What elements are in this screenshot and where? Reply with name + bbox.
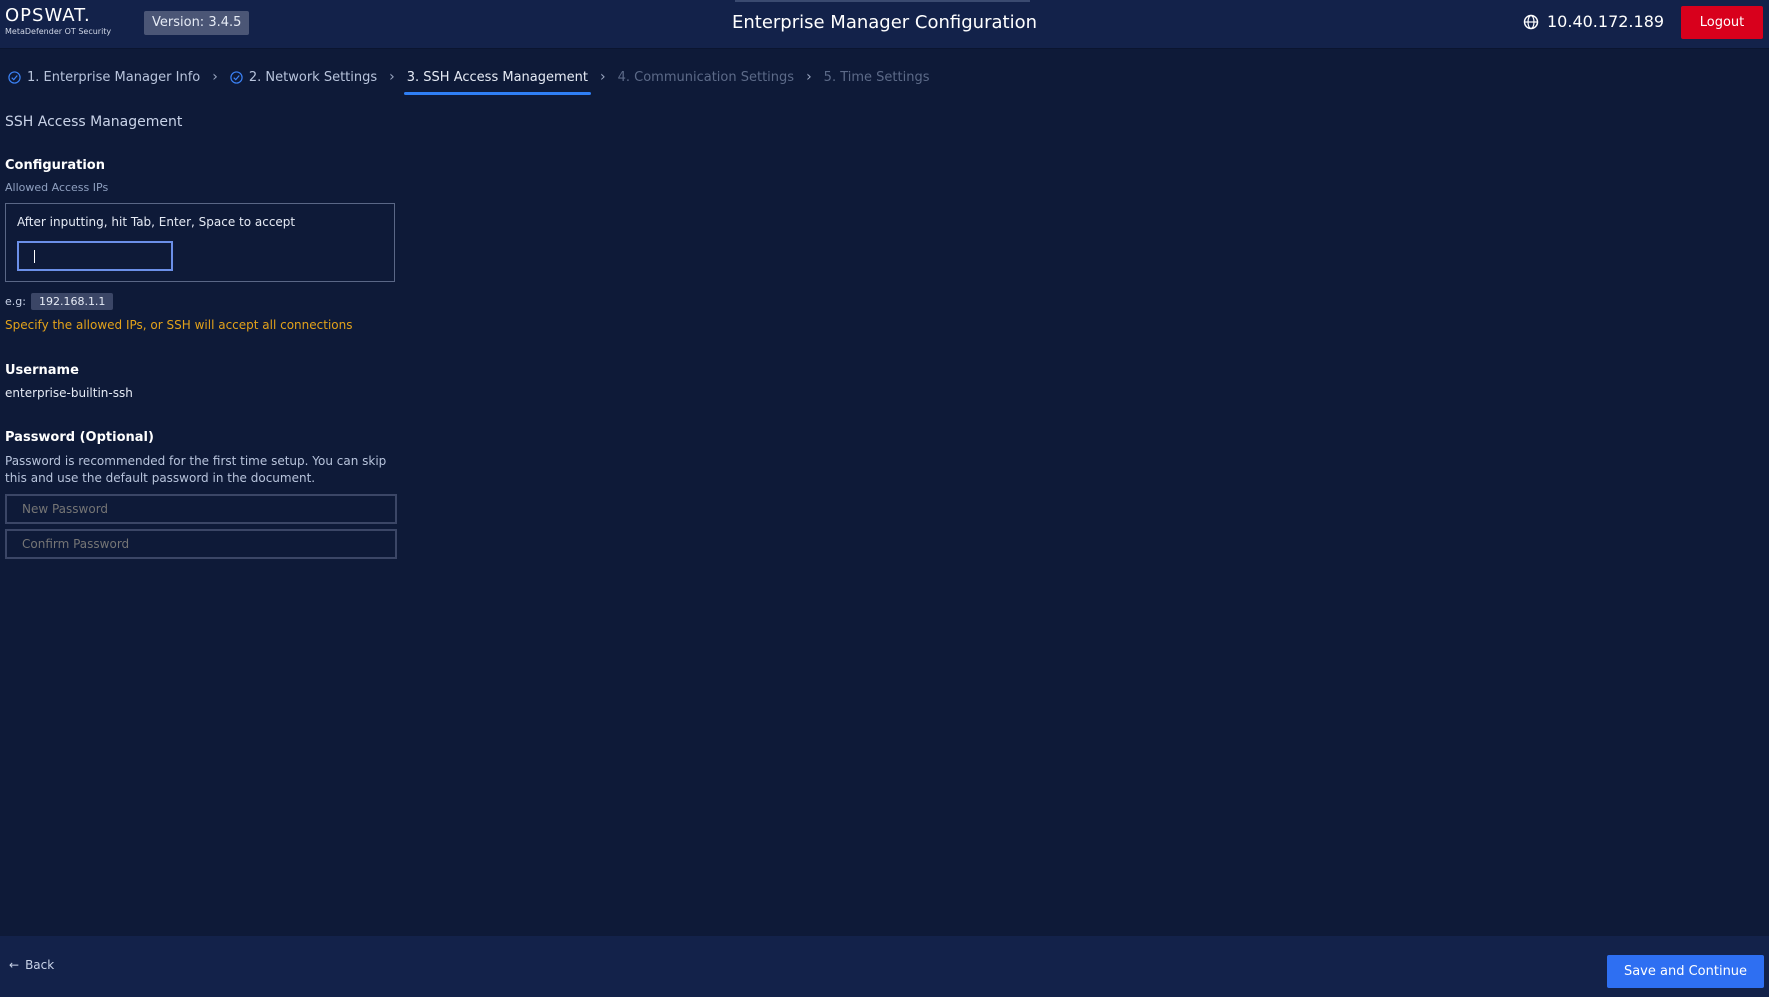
section-title: SSH Access Management — [5, 114, 183, 130]
back-label: Back — [25, 958, 55, 972]
ip-input-hint: After inputting, hit Tab, Enter, Space t… — [17, 215, 296, 229]
save-and-continue-button[interactable]: Save and Continue — [1607, 955, 1764, 988]
allowed-ips-label: Allowed Access IPs — [5, 181, 109, 194]
page-title: Enterprise Manager Configuration — [731, 12, 1037, 33]
chevron-right-icon: › — [389, 69, 395, 85]
globe-icon — [1523, 14, 1539, 29]
example-prefix: e.g: — [5, 295, 26, 308]
check-circle-icon — [230, 70, 243, 84]
title-accent-line — [735, 0, 1030, 2]
chevron-right-icon: › — [806, 69, 812, 85]
chevron-right-icon: › — [600, 69, 606, 85]
ssh-warning-text: Specify the allowed IPs, or SSH will acc… — [5, 318, 353, 332]
back-button[interactable]: ← Back — [9, 958, 54, 972]
username-heading: Username — [5, 363, 79, 378]
logout-button[interactable]: Logout — [1681, 6, 1763, 39]
check-circle-icon — [8, 70, 21, 84]
setup-steps: 1. Enterprise Manager Info › 2. Network … — [8, 65, 929, 95]
ip-display: 10.40.172.189 — [1523, 12, 1664, 31]
step-time-settings: 5. Time Settings — [824, 65, 930, 89]
arrow-left-icon: ← — [9, 958, 20, 972]
step-label: 2. Network Settings — [248, 69, 378, 85]
password-heading: Password (Optional) — [5, 430, 154, 445]
username-value: enterprise-builtin-ssh — [5, 386, 133, 400]
step-enterprise-manager-info[interactable]: 1. Enterprise Manager Info — [8, 65, 200, 89]
new-password-field[interactable] — [5, 494, 397, 524]
allowed-ips-box: After inputting, hit Tab, Enter, Space t… — [5, 203, 395, 282]
step-label: 4. Communication Settings — [617, 69, 795, 85]
step-network-settings[interactable]: 2. Network Settings — [230, 65, 377, 89]
step-label: 3. SSH Access Management — [406, 69, 588, 85]
bottom-footer: ← Back Save and Continue — [0, 936, 1769, 997]
text-caret — [34, 250, 35, 263]
password-description: Password is recommended for the first ti… — [5, 454, 387, 485]
example-ip-chip: 192.168.1.1 — [30, 293, 114, 310]
step-communication-settings: 4. Communication Settings — [618, 65, 794, 89]
step-label: 5. Time Settings — [823, 69, 930, 85]
confirm-password-field[interactable] — [5, 529, 397, 559]
top-header: OPSWAT. MetaDefender OT Security Version… — [0, 0, 1769, 49]
step-ssh-access-management[interactable]: 3. SSH Access Management — [403, 65, 592, 95]
step-label: 1. Enterprise Manager Info — [27, 69, 201, 85]
ip-address: 10.40.172.189 — [1547, 12, 1665, 31]
configuration-heading: Configuration — [5, 158, 105, 173]
chevron-right-icon: › — [212, 69, 218, 85]
allowed-ip-input[interactable] — [17, 241, 173, 271]
ip-example: e.g: 192.168.1.1 — [5, 293, 114, 310]
